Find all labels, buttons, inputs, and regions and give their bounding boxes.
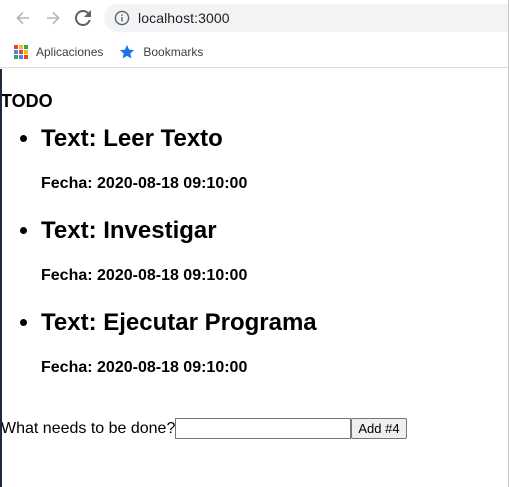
list-item: Text: Ejecutar Programa Fecha: 2020-08-1… [41, 308, 509, 378]
add-todo-form: What needs to be done? Add #4 [1, 418, 407, 439]
todo-text: Text: Investigar [41, 217, 217, 244]
back-button[interactable] [8, 3, 38, 33]
arrow-right-icon [47, 11, 60, 25]
url-text: localhost:3000 [138, 10, 230, 26]
todo-text: Text: Ejecutar Programa [41, 309, 317, 336]
star-icon [120, 44, 135, 58]
new-todo-input[interactable] [175, 418, 352, 439]
reload-button[interactable] [68, 3, 98, 33]
todo-date: Fecha: 2020-08-18 09:10:00 [41, 267, 248, 284]
bookmark-label: Bookmarks [143, 44, 204, 59]
info-icon[interactable] [114, 10, 130, 26]
todo-date: Fecha: 2020-08-18 09:10:00 [41, 359, 248, 376]
forward-button[interactable] [38, 3, 68, 33]
apps-grid-icon [14, 44, 28, 59]
arrow-left-icon [16, 11, 29, 25]
todo-text: Text: Leer Texto [41, 125, 223, 152]
browser-toolbar: localhost:3000 [0, 0, 509, 36]
add-button[interactable]: Add #4 [351, 418, 407, 439]
list-item: Text: Investigar Fecha: 2020-08-18 09:10… [41, 216, 509, 286]
todo-date: Fecha: 2020-08-18 09:10:00 [41, 175, 248, 192]
page-content: TODO Text: Leer Texto Fecha: 2020-08-18 … [0, 90, 509, 439]
todo-list: Text: Leer Texto Fecha: 2020-08-18 09:10… [1, 124, 509, 378]
bookmark-bookmarks[interactable]: Bookmarks [119, 44, 203, 60]
list-item: Text: Leer Texto Fecha: 2020-08-18 09:10… [41, 124, 509, 194]
reload-icon [75, 10, 91, 26]
address-bar[interactable]: localhost:3000 [104, 4, 509, 32]
bookmark-label: Aplicaciones [36, 44, 104, 59]
page-title: TODO [1, 91, 53, 111]
bookmark-aplicaciones[interactable]: Aplicaciones [14, 44, 104, 59]
window-left-edge [0, 69, 2, 487]
new-todo-label: What needs to be done? [1, 419, 176, 437]
bookmarks-bar: Aplicaciones Bookmarks [0, 36, 509, 68]
